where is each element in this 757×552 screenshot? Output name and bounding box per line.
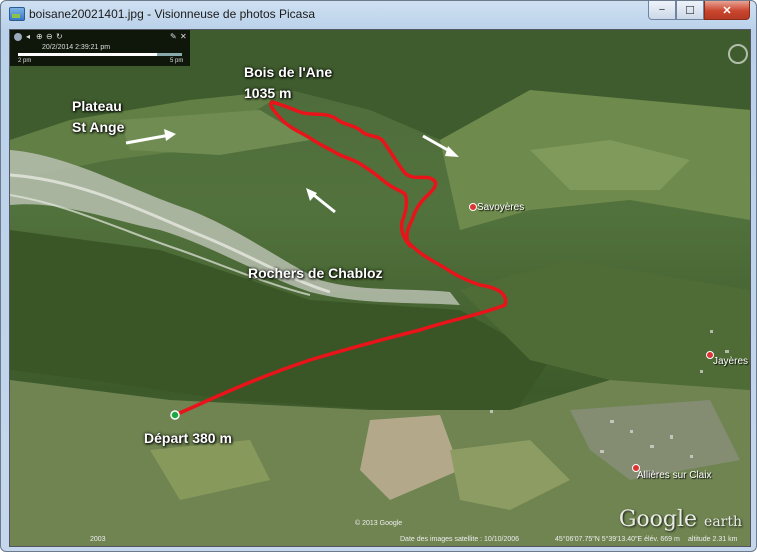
time-track[interactable] <box>18 53 182 56</box>
globe-icon[interactable] <box>14 33 22 41</box>
window-controls: − ☐ ✕ <box>648 1 750 21</box>
label-plateau-line2: St Ange <box>72 119 125 135</box>
place-allieres: Allières sur Claix <box>637 470 712 481</box>
zoom-out-icon[interactable]: ⊖ <box>46 33 54 41</box>
maximize-button[interactable]: ☐ <box>676 1 704 20</box>
label-bois-altitude: 1035 m <box>244 85 292 101</box>
place-marker-savoyeres <box>469 203 477 211</box>
time-start-label: 2 pm <box>18 58 32 64</box>
photo-viewer[interactable]: ◂ ⊕ ⊖ ↻ ✎ ✕ 20/2/2014 2:39:21 pm 2 pm 5 … <box>9 29 751 547</box>
status-bar: © 2013 Google 2003 Date des images satel… <box>10 520 750 546</box>
coordinates-text: 45°06'07.75"N 5°39'13.40"E élév. 669 m <box>555 536 680 543</box>
minimize-button[interactable]: − <box>648 1 676 20</box>
logo-main: Google <box>618 507 698 532</box>
google-earth-logo: Google earth <box>619 507 742 532</box>
place-savoyeres: Savoyères <box>477 202 525 213</box>
time-slider-panel[interactable]: ◂ ⊕ ⊖ ↻ ✎ ✕ 20/2/2014 2:39:21 pm 2 pm 5 … <box>10 30 190 66</box>
title-bar[interactable]: boisane20021401.jpg - Visionneuse de pho… <box>1 1 756 27</box>
zoom-in-icon[interactable]: ⊕ <box>36 33 44 41</box>
time-progress <box>18 53 158 56</box>
wrench-icon[interactable]: ✎ <box>170 33 178 41</box>
timestamp-text: 20/2/2014 2:39:21 pm <box>42 44 111 51</box>
compass-icon[interactable] <box>728 44 748 64</box>
close-button[interactable]: ✕ <box>704 1 750 20</box>
label-plateau-line1: Plateau <box>72 98 122 114</box>
refresh-icon[interactable]: ↻ <box>56 33 64 41</box>
label-rochers-de-chabloz: Rochers de Chabloz <box>248 265 383 281</box>
label-depart: Départ 380 m <box>144 430 232 446</box>
copyright-text: © 2013 Google <box>355 520 403 527</box>
picasa-window: boisane20021401.jpg - Visionneuse de pho… <box>0 0 757 552</box>
time-end-label: 5 pm <box>170 58 184 64</box>
imagery-date: Date des images satellite : 10/10/2006 <box>400 536 520 543</box>
label-bois-de-lane: Bois de l'Ane 1035 m <box>244 62 332 104</box>
year-text: 2003 <box>90 536 106 543</box>
close-icon[interactable]: ✕ <box>180 33 188 41</box>
altitude-text: altitude 2.31 km <box>688 536 738 543</box>
play-icon[interactable]: ◂ <box>26 33 34 41</box>
label-bois-name: Bois de l'Ane <box>244 64 333 80</box>
window-title: boisane20021401.jpg - Visionneuse de pho… <box>29 7 315 21</box>
logo-sub: earth <box>704 514 742 530</box>
label-plateau-st-ange: Plateau St Ange <box>72 96 124 138</box>
picasa-icon <box>9 7 25 21</box>
place-jayeres: Jayères <box>713 356 749 367</box>
